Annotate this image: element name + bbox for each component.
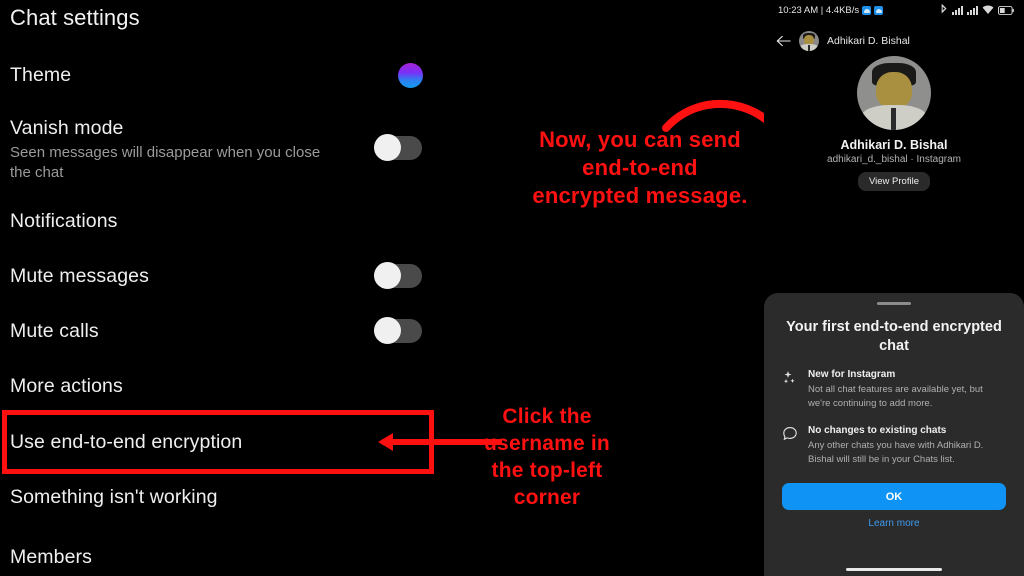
settings-row-more-actions[interactable]: More actions bbox=[10, 375, 450, 398]
avatar-tie bbox=[891, 107, 897, 130]
sparkle-icon bbox=[782, 369, 798, 411]
sheet-item-description: Any other chats you have with Adhikari D… bbox=[808, 440, 984, 466]
settings-row-something-isnt-working[interactable]: Something isn't working bbox=[10, 486, 450, 509]
learn-more-link[interactable]: Learn more bbox=[782, 518, 1006, 529]
phone-screenshot: 10:23 AM | 4.4KB/s Adhikari D. Bishal Ad… bbox=[764, 0, 1024, 576]
chat-settings-panel: Chat settings Theme Vanish mode Seen mes… bbox=[0, 0, 460, 576]
chat-header: Adhikari D. Bishal bbox=[764, 28, 1024, 54]
annotation-highlight-box bbox=[2, 410, 434, 474]
mute-calls-toggle[interactable] bbox=[374, 317, 422, 344]
sheet-item-description: Not all chat features are available yet,… bbox=[808, 384, 983, 410]
settings-row-label: Something isn't working bbox=[10, 486, 218, 508]
settings-row-description: Seen messages will disappear when you cl… bbox=[10, 144, 321, 181]
status-bar-left: 10:23 AM | 4.4KB/s bbox=[778, 5, 884, 16]
toggle-knob bbox=[374, 134, 401, 161]
settings-row-label: Members bbox=[10, 546, 92, 568]
sheet-drag-handle[interactable] bbox=[877, 302, 911, 305]
ok-button[interactable]: OK bbox=[782, 483, 1006, 511]
sheet-item-title: No changes to existing chats bbox=[808, 425, 947, 437]
settings-row-members[interactable]: Members bbox=[10, 546, 450, 569]
bluetooth-icon bbox=[941, 4, 947, 14]
annotation-line: the top-left bbox=[491, 458, 603, 482]
annotation-line: corner bbox=[513, 485, 581, 509]
chat-bubble-icon bbox=[782, 425, 798, 467]
avatar-head bbox=[876, 72, 912, 108]
back-arrow-icon[interactable] bbox=[776, 35, 791, 47]
settings-row-label: Theme bbox=[10, 64, 72, 86]
navigation-pill[interactable] bbox=[846, 568, 942, 571]
page-title: Chat settings bbox=[10, 5, 140, 30]
status-bar-clock: 10:23 AM | 4.4KB/s bbox=[778, 5, 860, 16]
wifi-icon bbox=[982, 5, 994, 14]
status-bar: 10:23 AM | 4.4KB/s bbox=[764, 0, 1024, 22]
profile-name: Adhikari D. Bishal bbox=[840, 138, 948, 152]
profile-block: Adhikari D. Bishal adhikari_d._bishal · … bbox=[764, 56, 1024, 191]
avatar[interactable] bbox=[857, 56, 931, 130]
annotation-text-bottom: Click the username in the top-left corne… bbox=[462, 404, 632, 512]
settings-row-label: More actions bbox=[10, 375, 123, 397]
vanish-mode-toggle[interactable] bbox=[374, 134, 422, 161]
settings-row-theme[interactable]: Theme bbox=[10, 64, 450, 87]
sheet-title: Your first end-to-end encrypted chat bbox=[786, 319, 1002, 354]
sheet-item: New for Instagram Not all chat features … bbox=[782, 369, 1006, 411]
sheet-item-title: New for Instagram bbox=[808, 369, 896, 381]
avatar-tie bbox=[808, 45, 810, 51]
bottom-sheet-dialog: Your first end-to-end encrypted chat New… bbox=[764, 293, 1024, 576]
profile-handle: adhikari_d._bishal · Instagram bbox=[827, 154, 961, 165]
toggle-knob bbox=[374, 317, 401, 344]
settings-row-notifications[interactable]: Notifications bbox=[10, 210, 450, 233]
app-cloud-icon bbox=[862, 6, 872, 15]
app-cloud-icon bbox=[874, 6, 884, 15]
annotation-line: Click the bbox=[502, 405, 592, 428]
annotation-line: username in bbox=[484, 431, 610, 455]
sheet-item: No changes to existing chats Any other c… bbox=[782, 425, 1006, 467]
settings-row-label: Notifications bbox=[10, 210, 118, 232]
status-bar-right bbox=[940, 4, 1014, 15]
avatar[interactable] bbox=[799, 31, 819, 51]
signal-bars-icon bbox=[967, 5, 978, 15]
battery-icon bbox=[998, 6, 1014, 15]
mute-messages-toggle[interactable] bbox=[374, 262, 422, 289]
signal-bars-icon bbox=[952, 5, 963, 15]
toggle-knob bbox=[374, 262, 401, 289]
theme-color-swatch[interactable] bbox=[398, 63, 423, 88]
annotation-pointer-arrowhead bbox=[378, 433, 393, 451]
view-profile-button[interactable]: View Profile bbox=[858, 172, 930, 191]
chat-header-username[interactable]: Adhikari D. Bishal bbox=[827, 35, 910, 47]
